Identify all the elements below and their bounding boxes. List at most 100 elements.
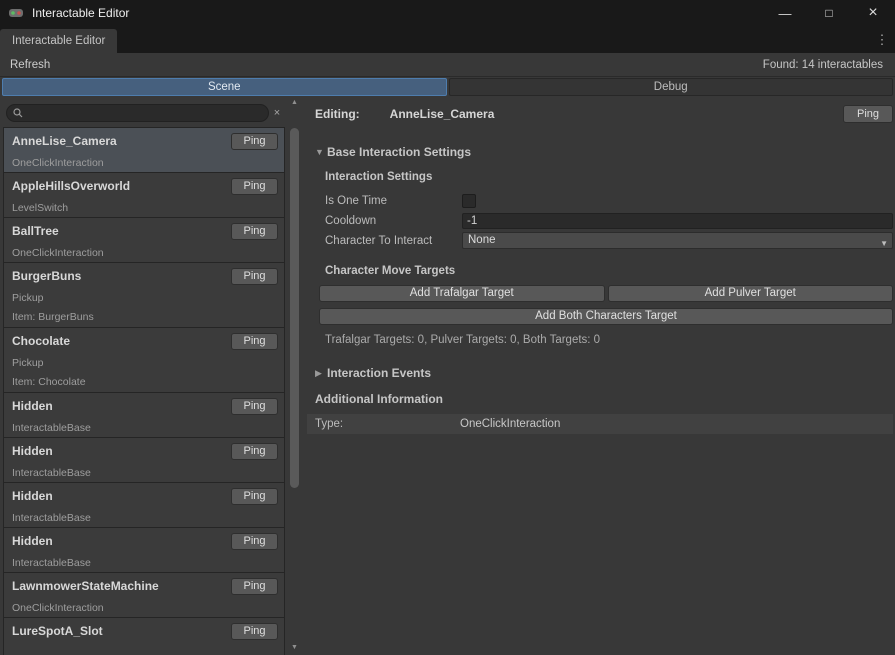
cooldown-field[interactable]: -1 — [462, 213, 893, 229]
item-sublines: OneClickInteraction — [12, 157, 276, 169]
foldout-label: Base Interaction Settings — [327, 145, 471, 159]
item-subline: Pickup — [12, 357, 276, 369]
add-trafalgar-target-button[interactable]: Add Trafalgar Target — [319, 285, 605, 302]
interactable-list: AnneLise_Camera Ping OneClickInteraction… — [3, 127, 285, 655]
close-icon[interactable]: × — [851, 0, 895, 26]
item-subline: InteractableBase — [12, 422, 276, 434]
target-buttons-row: Add Trafalgar Target Add Pulver Target — [319, 285, 893, 302]
item-ping-button[interactable]: Ping — [231, 223, 278, 240]
view-tabs: Scene Debug — [0, 77, 895, 97]
found-count-label: Found: 14 interactables — [763, 59, 887, 71]
item-subline: OneClickInteraction — [12, 602, 276, 614]
foldout-open-icon: ▼ — [315, 147, 327, 157]
type-label: Type: — [315, 418, 460, 430]
minimize-icon[interactable]: — — [763, 0, 807, 26]
foldout-base-interaction-settings[interactable]: ▼ Base Interaction Settings — [307, 145, 893, 159]
is-one-time-checkbox[interactable] — [462, 194, 476, 208]
app-icon — [8, 5, 24, 21]
item-ping-button[interactable]: Ping — [231, 533, 278, 550]
list-item[interactable]: LawnmowerStateMachine Ping OneClickInter… — [3, 572, 285, 618]
list-item[interactable]: BurgerBuns Ping PickupItem: BurgerBuns — [3, 262, 285, 328]
editing-row: Editing: AnneLise_Camera Ping — [307, 105, 893, 123]
item-ping-button[interactable]: Ping — [231, 488, 278, 505]
item-sublines: InteractableBase — [12, 467, 276, 479]
titlebar: Interactable Editor — □ × — [0, 0, 895, 26]
item-subline: InteractableBase — [12, 512, 276, 524]
search-input[interactable] — [27, 105, 262, 121]
item-sublines: InteractableBase — [12, 512, 276, 524]
item-sublines: OneClickInteraction — [12, 602, 276, 614]
item-subline: Item: Chocolate — [12, 376, 276, 388]
list-item[interactable]: Chocolate Ping PickupItem: Chocolate — [3, 327, 285, 393]
editing-label: Editing: — [315, 107, 360, 121]
inspector-panel: Editing: AnneLise_Camera Ping ▼ Base Int… — [302, 97, 895, 655]
list-item[interactable]: Hidden Ping InteractableBase — [3, 482, 285, 528]
list-item[interactable]: Hidden Ping InteractableBase — [3, 527, 285, 573]
add-both-characters-target-button[interactable]: Add Both Characters Target — [319, 308, 893, 325]
item-subline: Item: BurgerBuns — [12, 311, 276, 323]
item-sublines: InteractableBase — [12, 557, 276, 569]
list-item[interactable]: LureSpotA_Slot Ping — [3, 617, 285, 655]
item-sublines: Pickup Item: Chocolate — [12, 357, 276, 388]
tab-debug[interactable]: Debug — [449, 78, 894, 96]
character-to-interact-dropdown[interactable]: None ▼ — [462, 232, 893, 249]
add-pulver-target-button[interactable]: Add Pulver Target — [608, 285, 894, 302]
item-ping-button[interactable]: Ping — [231, 268, 278, 285]
item-ping-button[interactable]: Ping — [231, 133, 278, 150]
search-clear-icon[interactable]: × — [269, 107, 285, 119]
refresh-button[interactable]: Refresh — [8, 57, 58, 73]
cooldown-row: Cooldown -1 — [325, 211, 893, 230]
list-item[interactable]: Hidden Ping InteractableBase — [3, 437, 285, 483]
item-subline: InteractableBase — [12, 467, 276, 479]
item-sublines: OneClickInteraction — [12, 247, 276, 259]
tab-scene[interactable]: Scene — [2, 78, 447, 96]
search-icon — [13, 108, 23, 118]
item-ping-button[interactable]: Ping — [231, 443, 278, 460]
type-value: OneClickInteraction — [460, 418, 560, 430]
list-item[interactable]: AppleHillsOverworld Ping LevelSwitch — [3, 172, 285, 218]
character-to-interact-label: Character To Interact — [325, 235, 462, 247]
search-row: × — [0, 97, 287, 127]
editing-value: AnneLise_Camera — [390, 107, 495, 121]
list-item[interactable]: AnneLise_Camera Ping OneClickInteraction — [3, 127, 285, 173]
is-one-time-label: Is One Time — [325, 195, 462, 207]
search-field[interactable] — [6, 104, 269, 122]
item-sublines: LevelSwitch — [12, 202, 276, 214]
foldout-label: Interaction Events — [327, 366, 431, 380]
window-title: Interactable Editor — [32, 6, 129, 20]
scroll-down-icon[interactable]: ▼ — [288, 643, 301, 653]
type-row: Type: OneClickInteraction — [307, 414, 893, 434]
scroll-up-icon[interactable]: ▲ — [288, 98, 301, 108]
item-sublines: InteractableBase — [12, 422, 276, 434]
item-ping-button[interactable]: Ping — [231, 623, 278, 640]
content-area: × AnneLise_Camera Ping OneClickInteracti… — [0, 97, 895, 655]
scene-list-panel: × AnneLise_Camera Ping OneClickInteracti… — [0, 97, 302, 655]
item-subline: LevelSwitch — [12, 202, 276, 214]
interaction-settings-section: Interaction Settings Is One Time Cooldow… — [325, 171, 893, 346]
chevron-down-icon: ▼ — [880, 236, 888, 251]
item-ping-button[interactable]: Ping — [231, 178, 278, 195]
interactable-editor-window: Interactable Editor — □ × Interactable E… — [0, 0, 895, 655]
foldout-interaction-events[interactable]: ▶ Interaction Events — [307, 366, 893, 380]
item-ping-button[interactable]: Ping — [231, 333, 278, 350]
interaction-settings-header: Interaction Settings — [325, 171, 893, 183]
item-ping-button[interactable]: Ping — [231, 578, 278, 595]
item-ping-button[interactable]: Ping — [231, 398, 278, 415]
scrollbar-thumb[interactable] — [290, 128, 299, 488]
character-to-interact-row: Character To Interact None ▼ — [325, 231, 893, 250]
list-item[interactable]: BallTree Ping OneClickInteraction — [3, 217, 285, 263]
item-subline: OneClickInteraction — [12, 157, 276, 169]
additional-information-header: Additional Information — [307, 392, 893, 406]
editing-ping-button[interactable]: Ping — [843, 105, 893, 123]
dock-tabstrip: Interactable Editor ⋮ — [0, 26, 895, 53]
maximize-icon[interactable]: □ — [807, 0, 851, 26]
cooldown-label: Cooldown — [325, 215, 462, 227]
toolbar: Refresh Found: 14 interactables — [0, 53, 895, 77]
window-controls: — □ × — [763, 0, 895, 26]
item-subline: InteractableBase — [12, 557, 276, 569]
kebab-menu-icon[interactable]: ⋮ — [875, 32, 889, 48]
list-item[interactable]: Hidden Ping InteractableBase — [3, 392, 285, 438]
dock-tab-interactable-editor[interactable]: Interactable Editor — [0, 29, 117, 53]
foldout-closed-icon: ▶ — [315, 368, 327, 379]
list-scrollbar[interactable]: ▲ ▼ — [288, 97, 301, 655]
